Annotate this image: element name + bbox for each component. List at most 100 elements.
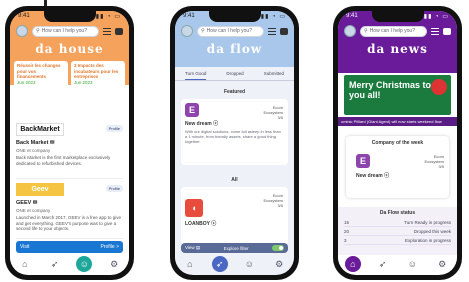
- people-icon[interactable]: ☺: [76, 256, 93, 272]
- profile-pill[interactable]: Profile: [105, 125, 123, 132]
- news-strip: Réussir les changes pour vos financement…: [14, 61, 125, 89]
- cta-right[interactable]: Profile >: [101, 244, 119, 250]
- filter-bar: View ▤ Explore filter: [181, 243, 288, 253]
- screen: 9:41 ▮▮ ◔ ▭ ⚲ How can I help you? da flo…: [175, 11, 294, 275]
- phone-danews: 9:41 ▮▮ ◔ ▭ ⚲ How can I help you? da new…: [333, 6, 462, 280]
- company-desc: Back Market is the first marketplace exc…: [16, 155, 111, 166]
- screen: 9:41 ▮▮ ◔ ▭ ⚲ How can I help you? da new…: [338, 11, 457, 275]
- news-meta: Jun 2023: [17, 79, 36, 85]
- status-row[interactable]: 3 Exploration in progress: [344, 236, 451, 245]
- news-ticker[interactable]: ominic Pilliard (Giant Agent) will now s…: [338, 117, 457, 126]
- company-name: New dream ⓒ: [356, 173, 390, 179]
- company-meta: Ecom Ecosystem 3/5: [424, 154, 444, 169]
- meta-line: 3/5: [438, 164, 444, 169]
- tab-turn-good[interactable]: Turn Good: [185, 71, 207, 80]
- top-bar: ⚲ How can I help you?: [181, 24, 288, 38]
- company-logo: E: [356, 154, 370, 168]
- menu-icon[interactable]: [431, 27, 439, 35]
- tab-bar: Turn Good Dropped Submitted: [175, 71, 294, 81]
- view-toggle[interactable]: View ▤: [185, 245, 200, 251]
- status-row[interactable]: 20 Dropped this week: [344, 227, 451, 236]
- company-card[interactable]: BackMarket Profile Back Market ✉ ONE et …: [16, 123, 123, 179]
- search-input[interactable]: ⚲ How can I help you?: [197, 25, 264, 37]
- rocket-icon[interactable]: ➶: [47, 256, 63, 272]
- search-placeholder: How can I help you?: [369, 28, 415, 34]
- chat-icon[interactable]: [280, 27, 288, 35]
- christmas-banner[interactable]: Merry Christmas to you all!: [344, 75, 451, 115]
- status-text: Turn Ready in progress: [404, 219, 451, 225]
- chat-icon[interactable]: [115, 27, 123, 35]
- home-icon[interactable]: ⌂: [182, 256, 198, 272]
- settings-icon[interactable]: ⚙: [434, 256, 450, 272]
- top-bar: ⚲ How can I help you?: [16, 24, 123, 38]
- avatar[interactable]: [181, 25, 193, 37]
- week-label: Company of the week: [371, 140, 424, 146]
- home-icon[interactable]: ⌂: [344, 256, 361, 272]
- meta-line: 3/5: [277, 115, 283, 120]
- search-placeholder: How can I help you?: [206, 28, 252, 34]
- meta-line: 3/5: [277, 203, 283, 208]
- settings-icon[interactable]: ⚙: [271, 256, 287, 272]
- tab-dropped[interactable]: Dropped: [226, 71, 243, 80]
- status-label: Da Flow status: [379, 210, 416, 216]
- people-icon[interactable]: ☺: [241, 256, 257, 272]
- profile-pill[interactable]: Profile: [105, 185, 123, 192]
- menu-icon[interactable]: [103, 27, 111, 35]
- people-icon[interactable]: ☺: [404, 256, 420, 272]
- home-icon[interactable]: ⌂: [17, 256, 33, 272]
- brand-logo: BackMarket: [16, 123, 64, 136]
- status-row[interactable]: 15 Turn Ready in progress: [344, 218, 451, 227]
- company-card[interactable]: ◖ Ecom Ecosystem 3/5 LOANBOY ⓒ: [181, 187, 288, 245]
- company-card[interactable]: Geev Profile GEEV ✉ ONE et company Launc…: [16, 183, 123, 239]
- company-meta: Ecom Ecosystem 3/5: [263, 193, 283, 208]
- cta-left[interactable]: Visit: [20, 244, 29, 250]
- featured-card[interactable]: E Ecom Ecosystem 3/5 New dream ⓒ With ou…: [181, 99, 288, 165]
- app-logo: da house: [35, 42, 104, 56]
- app-logo: da news: [367, 42, 428, 56]
- company-subtitle: ONE et company: [16, 148, 51, 153]
- top-bar: ⚲ How can I help you?: [344, 24, 451, 38]
- rocket-icon[interactable]: ➶: [211, 256, 228, 272]
- news-card[interactable]: 3 Impacts des incubateurs pour les entre…: [71, 61, 125, 89]
- tab-submitted[interactable]: Submitted: [264, 71, 284, 80]
- company-name: LOANBOY ⓒ: [185, 221, 217, 227]
- status-icons: ▮▮ ◔ ▭: [95, 14, 121, 20]
- company-subtitle: ONE et company: [16, 208, 51, 213]
- news-meta: Jun 2023: [74, 79, 93, 85]
- news-title: Réussir les changes pour vos financement…: [17, 63, 61, 79]
- status-text: Dropped this week: [413, 228, 451, 234]
- cta-bar[interactable]: Visit Profile >: [16, 241, 123, 253]
- company-logo: E: [185, 103, 199, 117]
- company-title: Back Market ✉: [16, 140, 55, 146]
- company-of-week-card[interactable]: Company of the week E Ecom Ecosystem 3/5…: [346, 136, 449, 198]
- rocket-icon[interactable]: ➶: [375, 256, 391, 272]
- settings-icon[interactable]: ⚙: [106, 256, 122, 272]
- search-input[interactable]: ⚲ How can I help you?: [360, 25, 427, 37]
- banner-title: Merry Christmas to you all!: [349, 80, 432, 100]
- status-icons: ▮▮ ◔ ▭: [423, 14, 449, 20]
- featured-label: Featured: [223, 89, 246, 95]
- status-icons: ▮▮ ◔ ▭: [260, 14, 286, 20]
- status-time: 9:41: [346, 13, 358, 19]
- search-input[interactable]: ⚲ How can I help you?: [32, 25, 99, 37]
- avatar[interactable]: [344, 25, 356, 37]
- notch: [43, 11, 96, 22]
- phone-dahouse: 9:41 ▮▮ ◔ ▭ ⚲ How can I help you? da hou…: [5, 6, 134, 280]
- showcase: 9:41 ▮▮ ◔ ▭ ⚲ How can I help you? da hou…: [0, 0, 469, 282]
- filter-switch[interactable]: [271, 245, 284, 251]
- company-desc: With our digital solutions, come full as…: [185, 129, 281, 144]
- company-logo: ◖: [185, 199, 203, 217]
- search-icon: ⚲: [36, 28, 40, 34]
- notch: [208, 11, 261, 22]
- status-num: 3: [344, 237, 347, 243]
- company-title: GEEV ✉: [16, 200, 38, 206]
- bottom-nav: ⌂ ➶ ☺ ⚙: [338, 255, 457, 273]
- company-name: New dream ⓒ: [185, 121, 219, 127]
- news-card[interactable]: Réussir les changes pour vos financement…: [14, 61, 68, 89]
- menu-icon[interactable]: [268, 27, 276, 35]
- chat-icon[interactable]: [443, 27, 451, 35]
- news-title: 3 Impacts des incubateurs pour les entre…: [74, 63, 119, 79]
- avatar[interactable]: [16, 25, 28, 37]
- status-num: 15: [344, 219, 350, 225]
- flow-status-panel: Da Flow status 15 Turn Ready in progress…: [338, 207, 457, 257]
